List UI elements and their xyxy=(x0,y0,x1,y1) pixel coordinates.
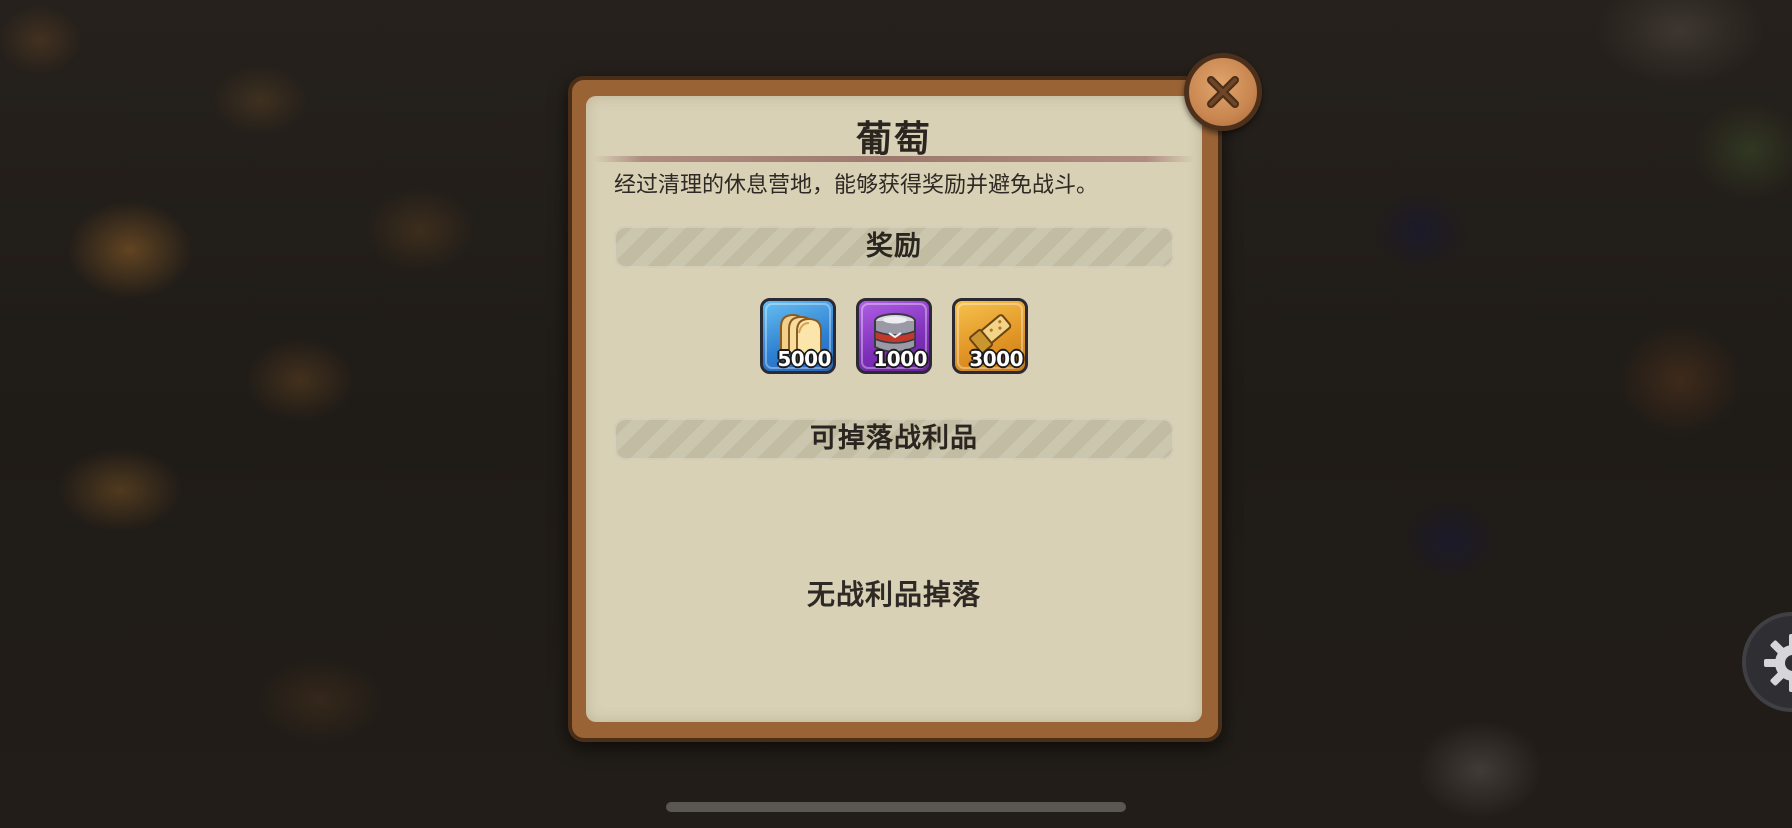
reward-item-bread[interactable]: 5000 xyxy=(760,298,836,374)
settings-button[interactable] xyxy=(1742,612,1792,712)
close-button[interactable] xyxy=(1184,53,1262,131)
dialog-title: 葡萄 xyxy=(855,119,932,160)
no-loot-message: 无战利品掉落 xyxy=(806,578,981,611)
stage-info-dialog: 葡萄 经过清理的休息营地，能够获得奖励并避免战斗。 奖励 5000 1000 3… xyxy=(568,76,1222,742)
reward-item-energy-bar[interactable]: 3000 xyxy=(952,298,1028,374)
loot-section-header: 可掉落战利品 xyxy=(614,418,1174,460)
title-divider xyxy=(594,156,1194,162)
rewards-header-label: 奖励 xyxy=(866,231,922,262)
rewards-section-header: 奖励 xyxy=(614,226,1174,268)
dialog-panel: 葡萄 经过清理的休息营地，能够获得奖励并避免战斗。 奖励 5000 1000 3… xyxy=(586,96,1202,722)
home-indicator xyxy=(666,802,1126,812)
reward-quantity: 3000 xyxy=(969,347,1023,371)
game-background: 葡萄 经过清理的休息营地，能够获得奖励并避免战斗。 奖励 5000 1000 3… xyxy=(0,0,1792,828)
gear-icon xyxy=(1764,634,1792,692)
loot-header-label: 可掉落战利品 xyxy=(810,423,978,454)
reward-item-canned-food[interactable]: 1000 xyxy=(856,298,932,374)
reward-quantity: 5000 xyxy=(777,347,831,371)
reward-quantity: 1000 xyxy=(873,347,927,371)
close-icon xyxy=(1207,76,1239,108)
reward-list: 5000 1000 3000 xyxy=(586,298,1202,376)
stage-description: 经过清理的休息营地，能够获得奖励并避免战斗。 xyxy=(614,173,1099,198)
